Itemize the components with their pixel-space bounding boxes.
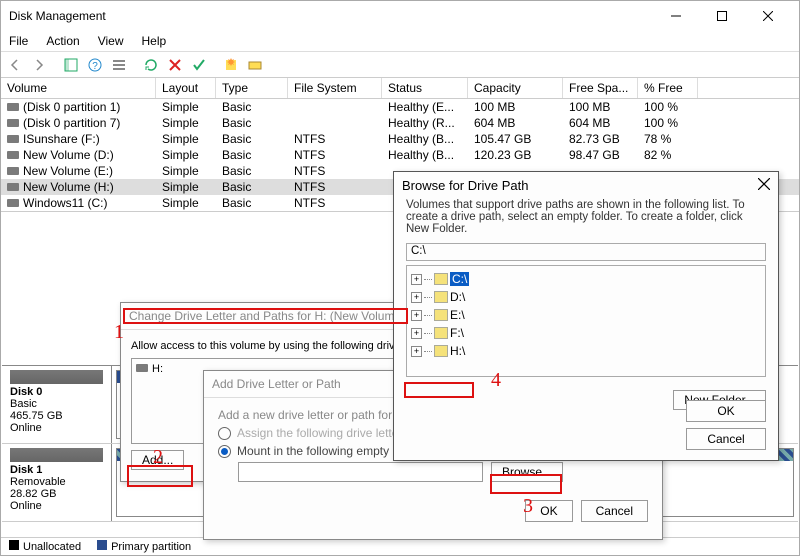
close-icon[interactable] [758, 178, 770, 193]
drive-tree[interactable]: +C:\+D:\+E:\+F:\+H:\ [406, 265, 766, 377]
disk-name: Disk 1 [10, 464, 103, 476]
tree-item[interactable]: +E:\ [411, 306, 761, 324]
tree-item[interactable]: +H:\ [411, 342, 761, 360]
cancel-button[interactable]: Cancel [686, 428, 766, 450]
col-status[interactable]: Status [382, 78, 468, 98]
dialog-msg: Volumes that support drive paths are sho… [394, 195, 778, 243]
tool-disk-icon[interactable] [244, 54, 266, 76]
drive-icon [434, 273, 448, 285]
path-display: C:\ [406, 243, 766, 261]
menu-help[interactable]: Help [142, 34, 167, 48]
dialog-msg: Allow access to this volume by using the… [131, 340, 399, 352]
drive-icon [434, 345, 448, 357]
drive-icon [434, 327, 448, 339]
col-pct[interactable]: % Free [638, 78, 698, 98]
window-title: Disk Management [9, 9, 653, 23]
dialog-title: Change Drive Letter and Paths for H: (Ne… [121, 303, 409, 330]
col-layout[interactable]: Layout [156, 78, 216, 98]
menubar: File Action View Help [1, 31, 799, 51]
tool-new-icon[interactable] [220, 54, 242, 76]
menu-file[interactable]: File [9, 34, 28, 48]
tool-check-icon[interactable] [188, 54, 210, 76]
tool-refresh-icon[interactable] [140, 54, 162, 76]
col-capacity[interactable]: Capacity [468, 78, 563, 98]
forward-icon[interactable] [28, 54, 50, 76]
expand-icon[interactable]: + [411, 310, 422, 321]
disk-label[interactable]: Disk 1 Removable 28.82 GB Online [2, 444, 112, 521]
tree-item[interactable]: +C:\ [411, 270, 761, 288]
table-row[interactable]: (Disk 0 partition 7)SimpleBasicHealthy (… [1, 115, 799, 131]
expand-icon[interactable]: + [411, 292, 422, 303]
drive-icon [434, 291, 448, 303]
tool-list-icon[interactable] [108, 54, 130, 76]
col-free[interactable]: Free Spa... [563, 78, 638, 98]
table-row[interactable]: New Volume (D:)SimpleBasicNTFSHealthy (B… [1, 147, 799, 163]
minimize-button[interactable] [653, 1, 699, 31]
drive-icon [434, 309, 448, 321]
tool-help-icon[interactable]: ? [84, 54, 106, 76]
col-type[interactable]: Type [216, 78, 288, 98]
svg-text:?: ? [92, 61, 98, 72]
tree-item[interactable]: +D:\ [411, 288, 761, 306]
disk-label[interactable]: Disk 0 Basic 465.75 GB Online [2, 366, 112, 443]
tool-layout-icon[interactable] [60, 54, 82, 76]
table-row[interactable]: ISunshare (F:)SimpleBasicNTFSHealthy (B.… [1, 131, 799, 147]
toolbar: ? [1, 51, 799, 78]
folder-path-input[interactable] [238, 462, 483, 482]
dialog-title: Browse for Drive Path [402, 178, 758, 193]
tree-item[interactable]: +F:\ [411, 324, 761, 342]
back-icon[interactable] [4, 54, 26, 76]
disk-name: Disk 0 [10, 386, 103, 398]
tool-delete-icon[interactable] [164, 54, 186, 76]
grid-header: Volume Layout Type File System Status Ca… [1, 78, 799, 99]
cancel-button[interactable]: Cancel [581, 500, 648, 522]
add-button[interactable]: Add... [131, 450, 184, 470]
menu-action[interactable]: Action [46, 34, 79, 48]
ok-button[interactable]: OK [686, 400, 766, 422]
table-row[interactable]: (Disk 0 partition 1)SimpleBasicHealthy (… [1, 99, 799, 115]
maximize-button[interactable] [699, 1, 745, 31]
ok-button[interactable]: OK [525, 500, 572, 522]
col-volume[interactable]: Volume [1, 78, 156, 98]
expand-icon[interactable]: + [411, 346, 422, 357]
close-button[interactable] [745, 1, 791, 31]
browse-button[interactable]: Browse... [491, 462, 563, 482]
drive-icon [136, 364, 148, 372]
titlebar: Disk Management [1, 1, 799, 31]
browse-drive-path-dialog: Browse for Drive Path Volumes that suppo… [393, 171, 779, 461]
expand-icon[interactable]: + [411, 274, 422, 285]
expand-icon[interactable]: + [411, 328, 422, 339]
col-filesystem[interactable]: File System [288, 78, 382, 98]
menu-view[interactable]: View [98, 34, 124, 48]
